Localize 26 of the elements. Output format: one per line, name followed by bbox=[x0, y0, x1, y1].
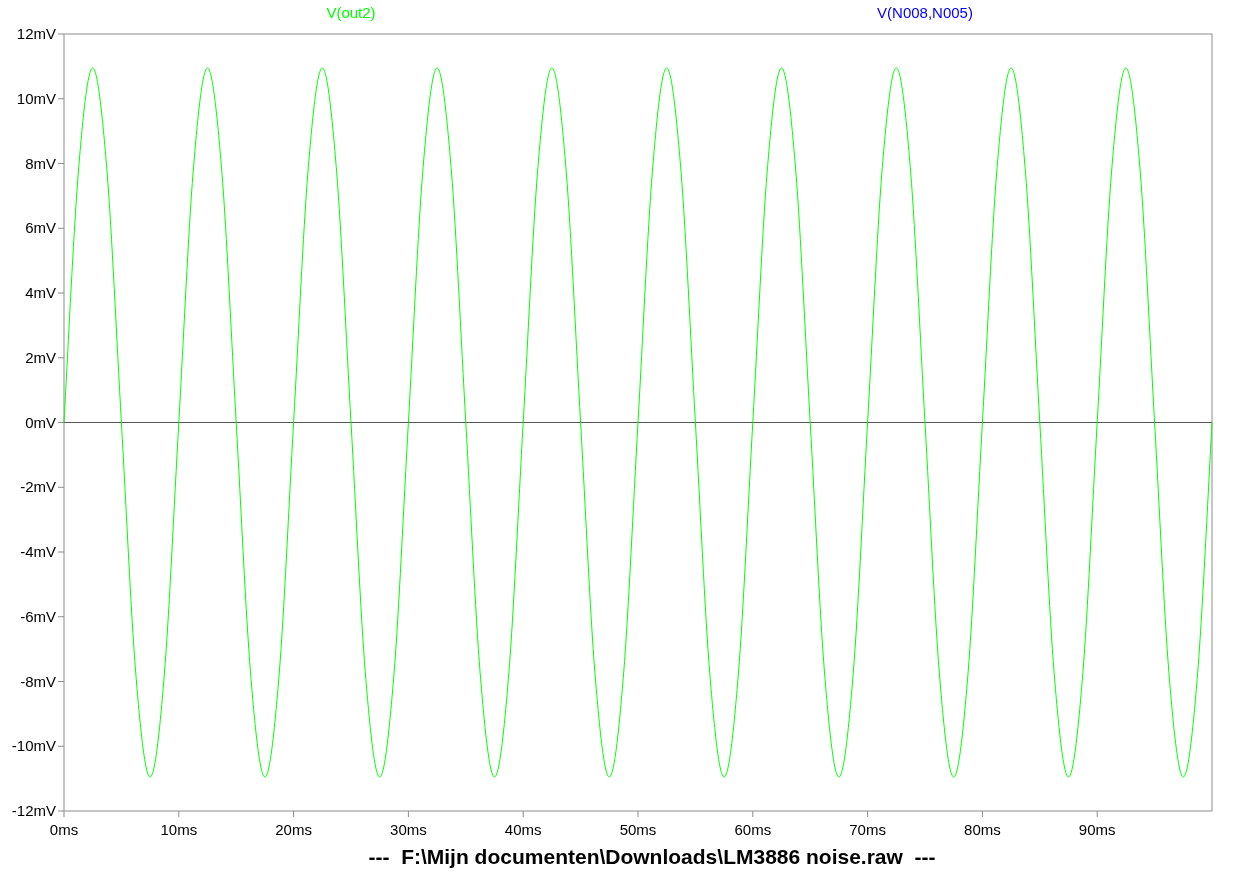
y-tick-label: 0mV bbox=[25, 413, 56, 431]
x-tick-label: 30ms bbox=[390, 821, 427, 838]
x-tick-label: 90ms bbox=[1078, 821, 1116, 838]
trace-label: V(N008,N005) bbox=[877, 3, 973, 21]
y-tick-label: -10mV bbox=[11, 737, 56, 755]
x-tick-label: 60ms bbox=[734, 821, 772, 838]
y-tick-label: -4mV bbox=[20, 543, 56, 560]
x-tick-label: 0ms bbox=[49, 821, 79, 838]
y-tick-label: -2mV bbox=[20, 478, 56, 496]
y-tick-label: -12mV bbox=[11, 802, 56, 819]
x-tick-label: 20ms bbox=[275, 821, 312, 838]
y-tick-label: -6mV bbox=[20, 607, 56, 625]
y-tick-label: 4mV bbox=[25, 284, 56, 301]
y-tick-label: -8mV bbox=[20, 672, 56, 690]
x-tick-label: 10ms bbox=[160, 821, 198, 838]
y-tick-label: 8mV bbox=[25, 154, 56, 172]
y-tick-label: 12mV bbox=[16, 25, 56, 42]
x-tick-label: 50ms bbox=[619, 821, 657, 838]
y-tick-label: 10mV bbox=[16, 89, 56, 107]
trace-label: V(out2) bbox=[326, 3, 376, 21]
file-title: --- F:\Mijn documenten\Downloads\LM3886 noise.raw --- bbox=[368, 845, 936, 869]
x-tick-label: 40ms bbox=[504, 821, 542, 838]
x-tick-label: 70ms bbox=[849, 821, 886, 838]
y-tick-label: 2mV bbox=[25, 348, 56, 366]
x-tick-label: 80ms bbox=[964, 821, 1001, 838]
y-tick-label: 6mV bbox=[25, 219, 56, 237]
